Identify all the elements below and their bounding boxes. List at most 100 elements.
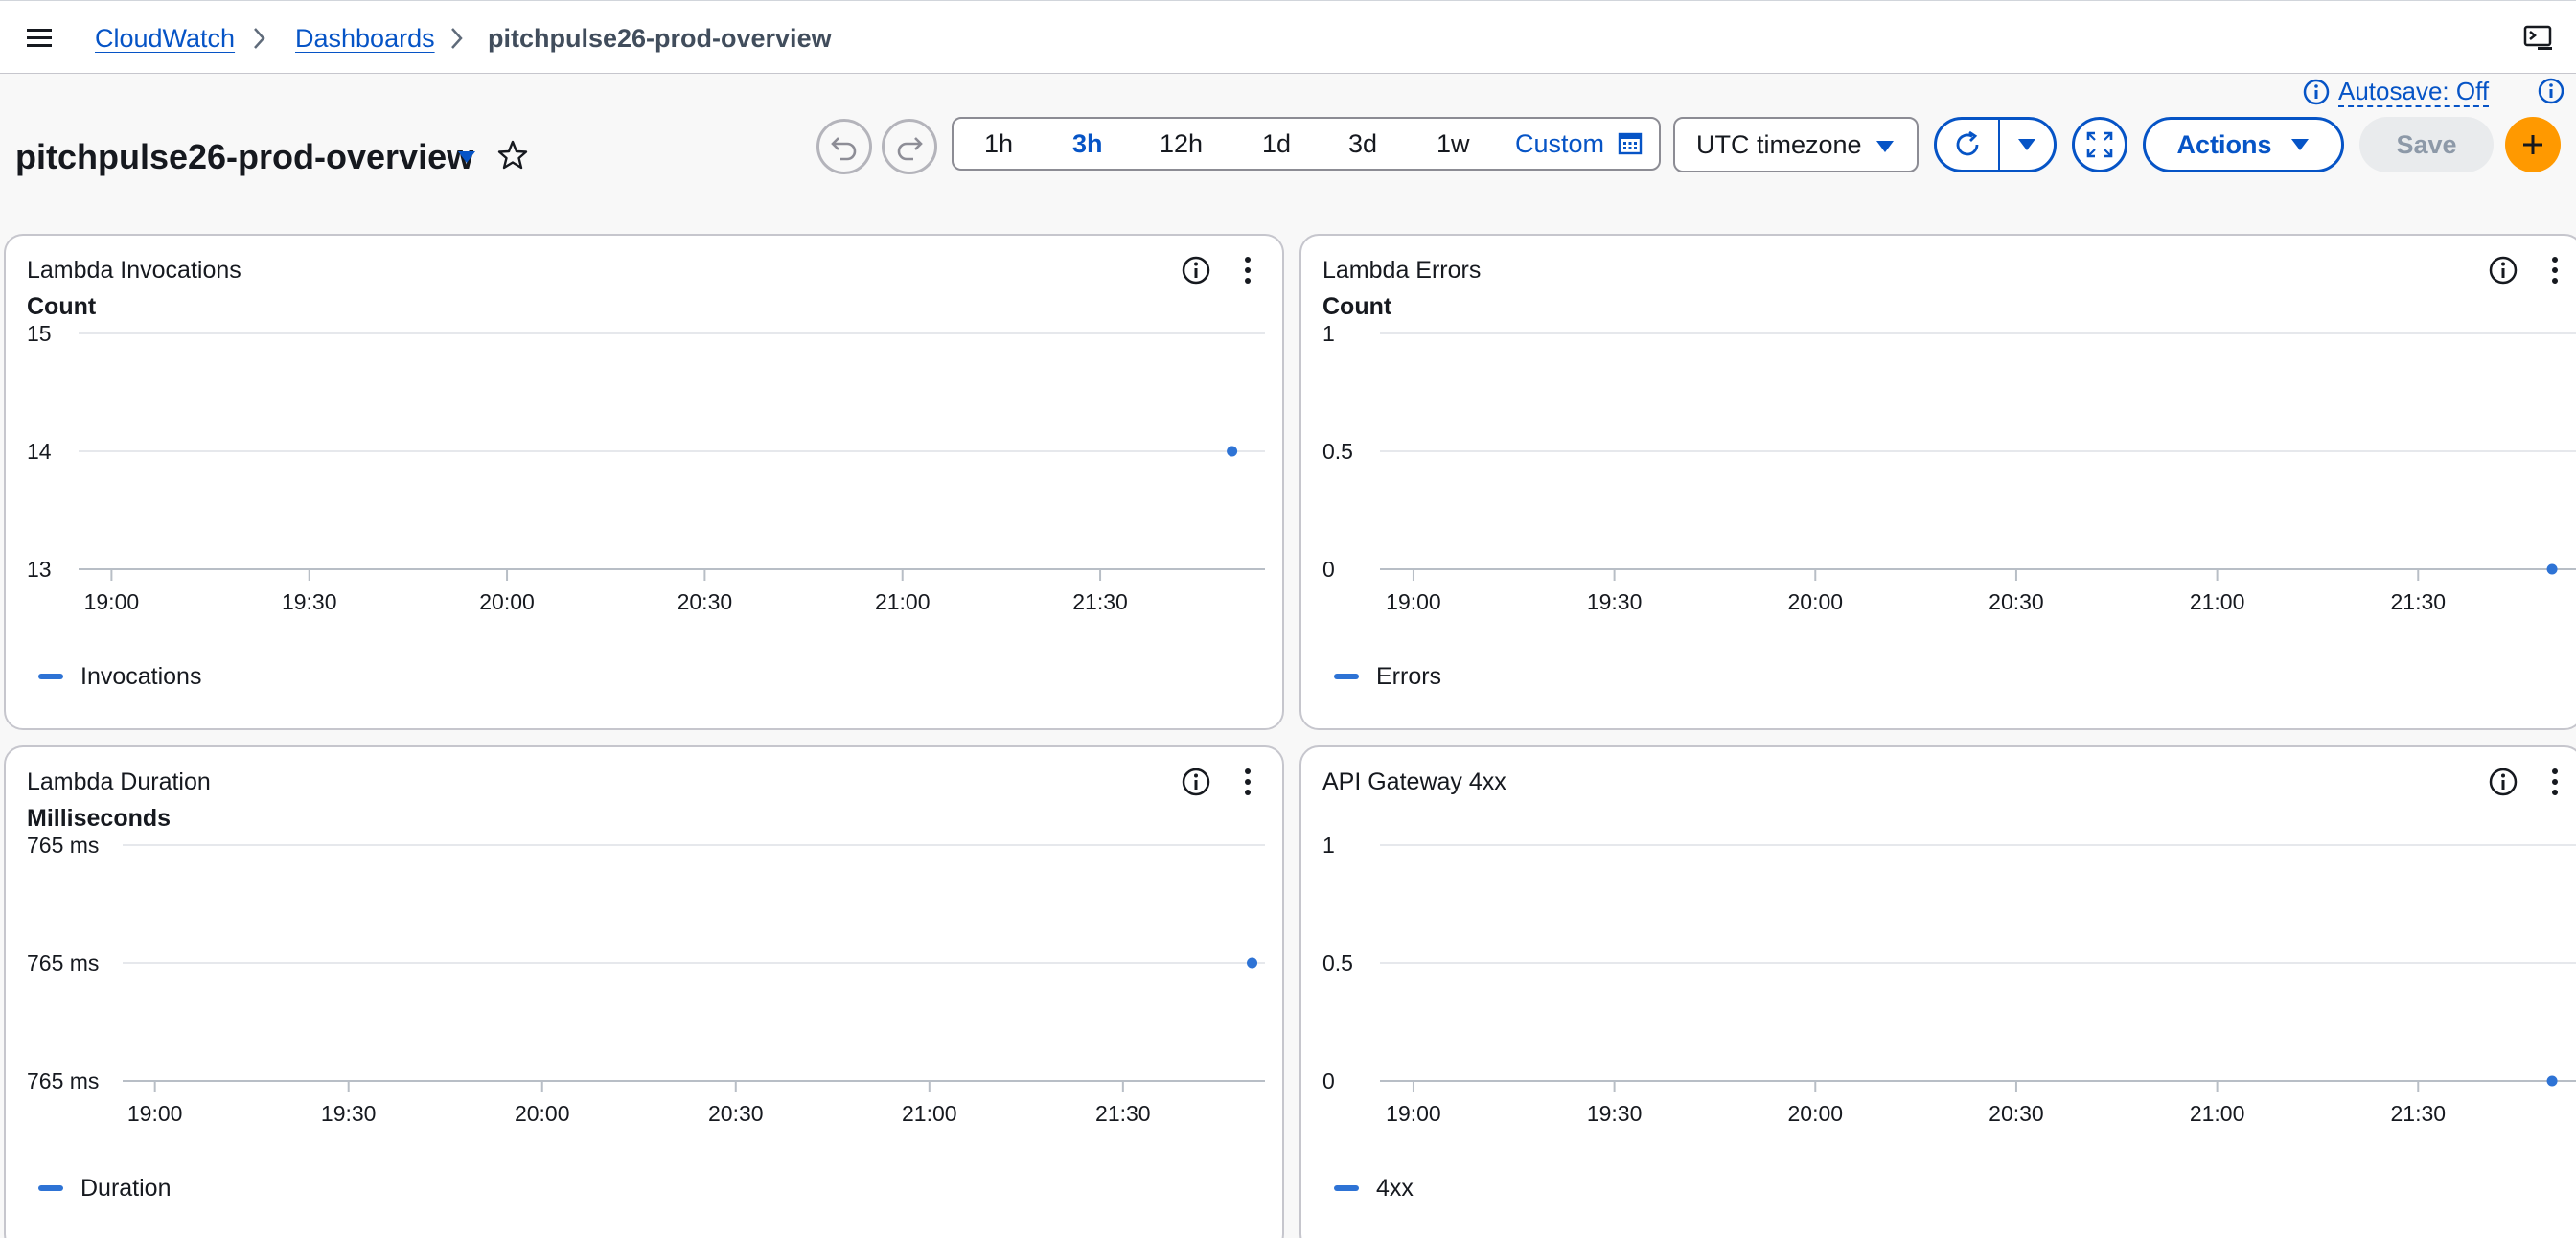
x-tick-label: 19:00 bbox=[84, 589, 140, 614]
range-option-12h[interactable]: 12h bbox=[1160, 119, 1203, 169]
fullscreen-button[interactable] bbox=[2072, 117, 2128, 172]
undo-button[interactable] bbox=[816, 119, 872, 174]
x-tick-label: 20:00 bbox=[479, 589, 535, 614]
x-tick-label: 21:00 bbox=[2190, 589, 2245, 614]
page-info-icon[interactable] bbox=[2537, 77, 2565, 105]
time-range-selector: 1h 3h 12h 1d 3d 1w Custom bbox=[952, 117, 1661, 171]
more-options-icon[interactable] bbox=[2542, 765, 2568, 799]
y-axis-unit-label: Count bbox=[1322, 293, 1392, 320]
redo-icon bbox=[893, 130, 926, 163]
plus-icon bbox=[2519, 131, 2546, 158]
breadcrumb-cloudwatch[interactable]: CloudWatch bbox=[95, 22, 235, 55]
refresh-icon bbox=[1951, 128, 1984, 161]
timezone-value: UTC timezone bbox=[1696, 129, 1862, 159]
x-tick-label: 19:00 bbox=[1386, 589, 1441, 614]
range-option-custom[interactable]: Custom bbox=[1515, 119, 1643, 169]
range-option-1w[interactable]: 1w bbox=[1437, 119, 1470, 169]
chevron-right-icon bbox=[448, 24, 466, 53]
chart-lambda-duration: 765 ms 765 ms 765 ms 19:00 19:30 20:00 20:30 21… bbox=[27, 833, 1265, 1126]
chart-lambda-invocations: 15 14 13 19:00 19:30 20:00 20:30 21:00 21:30 bbox=[27, 321, 1265, 614]
timezone-select[interactable]: UTC timezone bbox=[1673, 117, 1919, 172]
y-tick-label: 0.5 bbox=[1322, 439, 1353, 464]
widget-lambda-duration[interactable]: 765 ms 765 ms 765 ms 19:00 19:30 20:00 20:30 21… bbox=[4, 745, 1284, 1238]
autosave-toggle[interactable]: Autosave: Off bbox=[2302, 75, 2490, 109]
x-tick-label: 19:30 bbox=[282, 589, 337, 614]
more-options-icon[interactable] bbox=[2542, 253, 2568, 287]
widget-lambda-errors[interactable]: 1 0.5 0 19:00 19:30 20:00 20:30 21:00 21:30 Lamb… bbox=[1300, 234, 2576, 730]
redo-button[interactable] bbox=[882, 119, 937, 174]
x-tick-label: 21:00 bbox=[875, 589, 931, 614]
y-axis-unit-label: Milliseconds bbox=[27, 805, 172, 832]
range-option-1d[interactable]: 1d bbox=[1262, 119, 1291, 169]
widget-lambda-invocations[interactable]: 15 14 13 19:00 19:30 20:00 20:30 21:00 21:30 Lam… bbox=[4, 234, 1284, 730]
x-tick-label: 20:00 bbox=[1787, 1101, 1843, 1126]
chart-api-gateway-4xx: 1 0.5 0 19:00 19:30 20:00 20:30 21:00 21:30 bbox=[1322, 833, 2576, 1126]
x-tick-label: 21:00 bbox=[2190, 1101, 2245, 1126]
cloudshell-icon[interactable] bbox=[2522, 22, 2555, 55]
widget-info-icon[interactable] bbox=[2488, 767, 2518, 797]
caret-down-icon bbox=[2289, 136, 2311, 153]
expand-icon bbox=[2084, 129, 2115, 160]
legend-item-errors[interactable]: Errors bbox=[1334, 661, 1441, 692]
more-options-icon[interactable] bbox=[1234, 765, 1261, 799]
data-point[interactable] bbox=[1227, 446, 1238, 457]
x-tick-label: 21:30 bbox=[1072, 589, 1128, 614]
widget-title: API Gateway 4xx bbox=[1322, 768, 1506, 795]
refresh-interval-dropdown[interactable] bbox=[2000, 120, 2054, 170]
range-option-1h[interactable]: 1h bbox=[984, 119, 1013, 169]
star-icon[interactable] bbox=[496, 139, 529, 172]
x-tick-label: 21:00 bbox=[902, 1101, 957, 1126]
widget-info-icon[interactable] bbox=[1181, 255, 1211, 286]
data-point[interactable] bbox=[2546, 563, 2558, 575]
range-option-3h[interactable]: 3h bbox=[1072, 119, 1103, 169]
y-tick-label: 765 ms bbox=[27, 1068, 99, 1093]
widget-title: Lambda Invocations bbox=[27, 257, 242, 284]
x-tick-label: 21:30 bbox=[2390, 1101, 2446, 1126]
save-button[interactable]: Save bbox=[2359, 117, 2494, 172]
x-tick-label: 19:30 bbox=[1587, 589, 1643, 614]
dashboard-title: pitchpulse26-prod-overview bbox=[15, 137, 474, 176]
breadcrumb-dashboards[interactable]: Dashboards bbox=[295, 22, 435, 55]
hamburger-menu-icon[interactable] bbox=[25, 22, 63, 55]
caret-down-icon bbox=[1874, 138, 1896, 155]
data-point[interactable] bbox=[2546, 1075, 2558, 1087]
y-tick-label: 0.5 bbox=[1322, 951, 1353, 975]
breadcrumb-current-page: pitchpulse26-prod-overview bbox=[488, 24, 832, 53]
y-tick-label: 0 bbox=[1322, 557, 1335, 582]
more-options-icon[interactable] bbox=[1234, 253, 1261, 287]
actions-dropdown-button[interactable]: Actions bbox=[2143, 117, 2344, 172]
legend-swatch bbox=[1334, 674, 1359, 679]
legend-swatch bbox=[38, 674, 63, 679]
legend-item-duration[interactable]: Duration bbox=[38, 1173, 172, 1204]
x-tick-label: 21:30 bbox=[1095, 1101, 1151, 1126]
add-widget-button[interactable] bbox=[2505, 117, 2561, 172]
x-tick-label: 19:00 bbox=[1386, 1101, 1441, 1126]
refresh-control bbox=[1934, 117, 2057, 172]
x-tick-label: 20:30 bbox=[1989, 1101, 2044, 1126]
x-tick-label: 21:30 bbox=[2390, 589, 2446, 614]
y-tick-label: 0 bbox=[1322, 1068, 1335, 1093]
x-tick-label: 20:30 bbox=[1989, 589, 2044, 614]
legend-item-4xx[interactable]: 4xx bbox=[1334, 1173, 1414, 1204]
x-tick-label: 19:00 bbox=[127, 1101, 183, 1126]
top-navigation-bar: CloudWatch Dashboards pitchpulse26-prod-… bbox=[0, 0, 2576, 74]
y-tick-label: 1 bbox=[1322, 833, 1335, 858]
save-label: Save bbox=[2396, 129, 2457, 159]
range-option-3d[interactable]: 3d bbox=[1348, 119, 1377, 169]
y-axis-unit-label: Count bbox=[27, 293, 97, 320]
caret-down-icon bbox=[2016, 136, 2037, 153]
legend-item-invocations[interactable]: Invocations bbox=[38, 661, 201, 692]
widget-info-icon[interactable] bbox=[2488, 255, 2518, 286]
refresh-button[interactable] bbox=[1937, 120, 1998, 170]
y-tick-label: 1 bbox=[1322, 321, 1335, 346]
calendar-icon bbox=[1618, 131, 1643, 156]
widget-title: Lambda Errors bbox=[1322, 257, 1482, 284]
caret-down-icon[interactable] bbox=[456, 149, 477, 166]
undo-icon bbox=[828, 130, 861, 163]
y-tick-label: 15 bbox=[27, 321, 52, 346]
widget-info-icon[interactable] bbox=[1181, 767, 1211, 797]
widget-api-gateway-4xx[interactable]: 1 0.5 0 19:00 19:30 20:00 20:30 21:00 21:30 API … bbox=[1300, 745, 2576, 1238]
chart-lambda-errors: 1 0.5 0 19:00 19:30 20:00 20:30 21:00 21:30 bbox=[1322, 321, 2576, 614]
data-point[interactable] bbox=[1247, 957, 1258, 969]
x-tick-label: 19:30 bbox=[1587, 1101, 1643, 1126]
